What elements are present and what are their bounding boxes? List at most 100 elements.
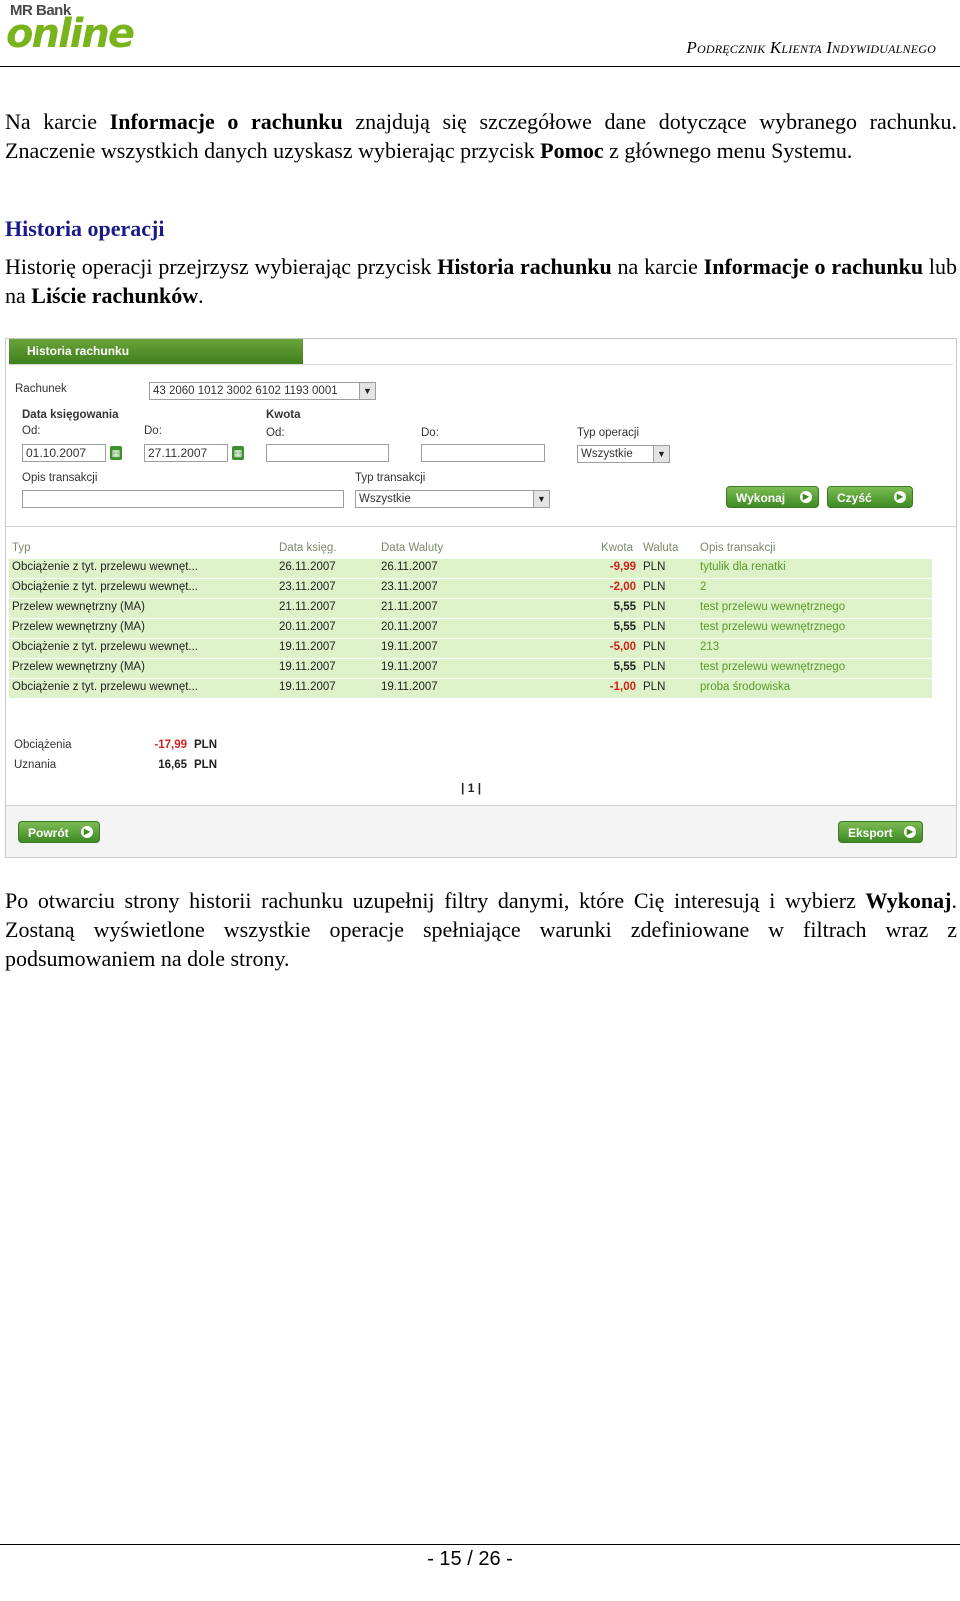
account-select[interactable]: 43 2060 1012 3002 6102 1193 0001 ▼: [149, 382, 376, 400]
cell-amount: -1,00: [609, 681, 636, 693]
cell-type: Obciążenie z tyt. przelewu wewnęt...: [12, 681, 198, 693]
date-from-label: Od:: [22, 425, 41, 437]
column-description[interactable]: Opis transakcji: [700, 542, 775, 554]
mr-bank-online-logo: MR Bank online: [6, 2, 166, 58]
transaction-type-select[interactable]: Wszystkie ▼: [355, 490, 550, 508]
instructions-paragraph: Po otwarciu strony historii rachunku uzu…: [5, 886, 957, 973]
table-row[interactable]: Obciążenie z tyt. przelewu wewnęt... 19.1…: [9, 679, 932, 699]
table-row[interactable]: Przelew wewnętrzny (MA) 21.11.2007 21.11.2…: [9, 599, 932, 619]
cell-booking-date: 20.11.2007: [279, 621, 336, 633]
date-to-input[interactable]: 27.11.2007: [144, 444, 228, 462]
table-row[interactable]: Obciążenie z tyt. przelewu wewnęt... 23.1…: [9, 579, 932, 599]
arrow-right-icon: ▶: [81, 826, 93, 838]
execute-button[interactable]: Wykonaj ▶: [726, 486, 819, 508]
cell-type: Przelew wewnętrzny (MA): [12, 661, 145, 673]
cell-booking-date: 26.11.2007: [279, 561, 336, 573]
account-label: Rachunek: [15, 383, 67, 395]
table-row[interactable]: Przelew wewnętrzny (MA) 19.11.2007 19.11.2…: [9, 659, 932, 679]
cell-type: Obciążenie z tyt. przelewu wewnęt...: [12, 581, 198, 593]
text: na karcie: [611, 254, 704, 279]
cell-description: test przelewu wewnętrznego: [700, 601, 846, 613]
tab-divider: [9, 364, 953, 365]
column-type[interactable]: Typ: [12, 542, 31, 554]
column-amount[interactable]: Kwota: [601, 542, 633, 554]
description-input[interactable]: [22, 490, 344, 508]
intro-paragraph: Na karcie Informacje o rachunku znajdują…: [5, 107, 957, 165]
operation-type-value: Wszystkie: [581, 448, 633, 460]
cell-booking-date: 21.11.2007: [279, 601, 336, 613]
transaction-type-label: Typ transakcji: [355, 472, 426, 484]
cell-value-date: 21.11.2007: [381, 601, 438, 613]
cell-currency: PLN: [643, 661, 666, 673]
text: Po otwarciu strony historii rachunku uzu…: [5, 888, 866, 913]
bold-text: Liście rachunków: [31, 283, 199, 308]
credits-value: 16,65: [158, 759, 187, 771]
clear-button[interactable]: Czyść ▶: [827, 486, 913, 508]
logo-online-text: online: [6, 11, 135, 57]
cell-description: test przelewu wewnętrznego: [700, 661, 846, 673]
text: Na karcie: [5, 109, 110, 134]
bold-text: Informacje o rachunku: [703, 254, 924, 279]
cell-amount: -9,99: [609, 561, 636, 573]
cell-description: proba środowiska: [700, 681, 791, 693]
tab-historia-rachunku[interactable]: Historia rachunku: [9, 339, 303, 364]
column-currency[interactable]: Waluta: [643, 542, 678, 554]
cell-value-date: 19.11.2007: [381, 661, 438, 673]
table-row[interactable]: Obciążenie z tyt. przelewu wewnęt... 19.1…: [9, 639, 932, 659]
cell-booking-date: 19.11.2007: [279, 661, 336, 673]
chevron-down-icon: ▼: [653, 446, 669, 462]
cell-value-date: 19.11.2007: [381, 641, 438, 653]
export-button-label: Eksport: [848, 826, 893, 840]
bold-text: Wykonaj: [865, 888, 952, 913]
document-title: Podręcznik Klienta Indywidualnego: [686, 38, 936, 57]
cell-description: 213: [700, 641, 720, 653]
cell-type: Przelew wewnętrzny (MA): [12, 621, 145, 633]
footer-divider: [0, 1544, 960, 1545]
calendar-icon[interactable]: ▦: [110, 446, 122, 460]
column-value-date[interactable]: Data Waluty: [381, 542, 443, 554]
cell-value-date: 23.11.2007: [381, 581, 438, 593]
amount-from-input[interactable]: [266, 444, 389, 462]
operation-type-select[interactable]: Wszystkie ▼: [577, 445, 670, 463]
debits-value: -17,99: [154, 739, 187, 751]
cell-description: test przelewu wewnętrznego: [700, 621, 846, 633]
date-from-input[interactable]: 01.10.2007: [22, 444, 106, 462]
amount-to-input[interactable]: [421, 444, 545, 462]
column-booking-date[interactable]: Data księg.: [279, 542, 337, 554]
description-label: Opis transakcji: [22, 472, 98, 484]
cell-currency: PLN: [643, 561, 666, 573]
arrow-right-icon: ▶: [894, 491, 906, 503]
table-row[interactable]: Przelew wewnętrzny (MA) 20.11.2007 20.11.2…: [9, 619, 932, 639]
cell-description: tytulik dla renatki: [700, 561, 786, 573]
export-button[interactable]: Eksport ▶: [838, 821, 923, 843]
cell-type: Obciążenie z tyt. przelewu wewnęt...: [12, 641, 198, 653]
calendar-icon[interactable]: ▦: [232, 446, 244, 460]
amount-from-label: Od:: [266, 427, 285, 439]
cell-value-date: 26.11.2007: [381, 561, 438, 573]
transaction-type-value: Wszystkie: [359, 493, 411, 505]
cell-currency: PLN: [643, 641, 666, 653]
cell-currency: PLN: [643, 581, 666, 593]
cell-amount: 5,55: [613, 601, 636, 613]
section-heading: Historia operacji: [5, 216, 165, 241]
cell-value-date: 20.11.2007: [381, 621, 438, 633]
cell-amount: 5,55: [613, 661, 636, 673]
date-to-label: Do:: [144, 425, 162, 437]
cell-type: Przelew wewnętrzny (MA): [12, 601, 145, 613]
pagination[interactable]: | 1 |: [461, 781, 481, 795]
back-button[interactable]: Powrót ▶: [18, 821, 100, 843]
clear-button-label: Czyść: [837, 491, 872, 505]
cell-booking-date: 19.11.2007: [279, 681, 336, 693]
credits-currency: PLN: [194, 759, 217, 771]
account-select-value: 43 2060 1012 3002 6102 1193 0001: [153, 385, 338, 397]
account-history-screenshot: Historia rachunku Rachunek 43 2060 1012 …: [5, 338, 957, 858]
cell-booking-date: 23.11.2007: [279, 581, 336, 593]
cell-currency: PLN: [643, 601, 666, 613]
amount-to-label: Do:: [421, 427, 439, 439]
booking-date-label: Data księgowania: [22, 409, 119, 421]
screenshot-footer-bar: Powrót ▶ Eksport ▶: [6, 805, 956, 857]
table-row[interactable]: Obciążenie z tyt. przelewu wewnęt... 26.1…: [9, 559, 932, 579]
bold-text: Pomoc: [540, 138, 604, 163]
operation-type-label: Typ operacji: [577, 427, 640, 439]
bold-text: Historia rachunku: [437, 254, 612, 279]
